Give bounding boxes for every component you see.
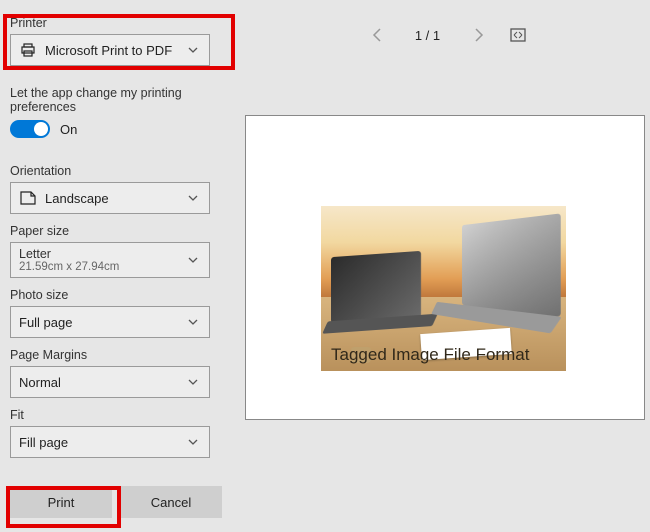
chevron-down-icon: [187, 316, 199, 328]
printer-label: Printer: [10, 16, 215, 30]
photo-size-label: Photo size: [10, 288, 215, 302]
photo-size-dropdown[interactable]: Full page: [10, 306, 210, 338]
paper-size-dropdown[interactable]: Letter 21.59cm x 27.94cm: [10, 242, 210, 278]
permissions-label: Let the app change my printing preferenc…: [10, 86, 215, 114]
permissions-toggle[interactable]: [10, 120, 50, 138]
chevron-down-icon: [187, 44, 199, 56]
photo-size-dropdown-text: Full page: [19, 315, 209, 330]
chevron-down-icon: [187, 376, 199, 388]
page-margins-dropdown-text: Normal: [19, 375, 209, 390]
preview-sheet: Tagged Image File Format: [245, 115, 645, 420]
next-page-button[interactable]: [466, 23, 490, 47]
fit-label: Fit: [10, 408, 215, 422]
fit-page-button[interactable]: [506, 23, 530, 47]
print-settings-panel: Printer Microsoft Print to PDF Let the a…: [0, 0, 225, 532]
preview-caption: Tagged Image File Format: [331, 345, 529, 365]
printer-dropdown-text: Microsoft Print to PDF: [45, 43, 209, 58]
page-margins-label: Page Margins: [10, 348, 215, 362]
preview-panel: 1 / 1 Tagged Image File Format: [245, 0, 650, 532]
fit-dropdown-text: Fill page: [19, 435, 209, 450]
orientation-dropdown-text: Landscape: [45, 191, 209, 206]
prev-page-button[interactable]: [366, 23, 390, 47]
chevron-down-icon: [187, 192, 199, 204]
paper-size-line2: 21.59cm x 27.94cm: [19, 261, 119, 273]
orientation-dropdown[interactable]: Landscape: [10, 182, 210, 214]
orientation-icon: [19, 191, 37, 205]
page-nav-bar: 1 / 1: [245, 20, 650, 50]
permissions-toggle-state: On: [60, 122, 77, 137]
paper-size-label: Paper size: [10, 224, 215, 238]
preview-image: Tagged Image File Format: [321, 206, 566, 371]
chevron-down-icon: [187, 436, 199, 448]
fit-dropdown[interactable]: Fill page: [10, 426, 210, 458]
printer-icon: [19, 42, 37, 58]
page-indicator: 1 / 1: [408, 28, 448, 43]
printer-dropdown[interactable]: Microsoft Print to PDF: [10, 34, 210, 66]
cancel-button[interactable]: Cancel: [120, 486, 222, 518]
paper-size-line1: Letter: [19, 247, 51, 261]
orientation-label: Orientation: [10, 164, 215, 178]
chevron-down-icon: [187, 254, 199, 266]
page-margins-dropdown[interactable]: Normal: [10, 366, 210, 398]
print-button[interactable]: Print: [10, 486, 112, 518]
